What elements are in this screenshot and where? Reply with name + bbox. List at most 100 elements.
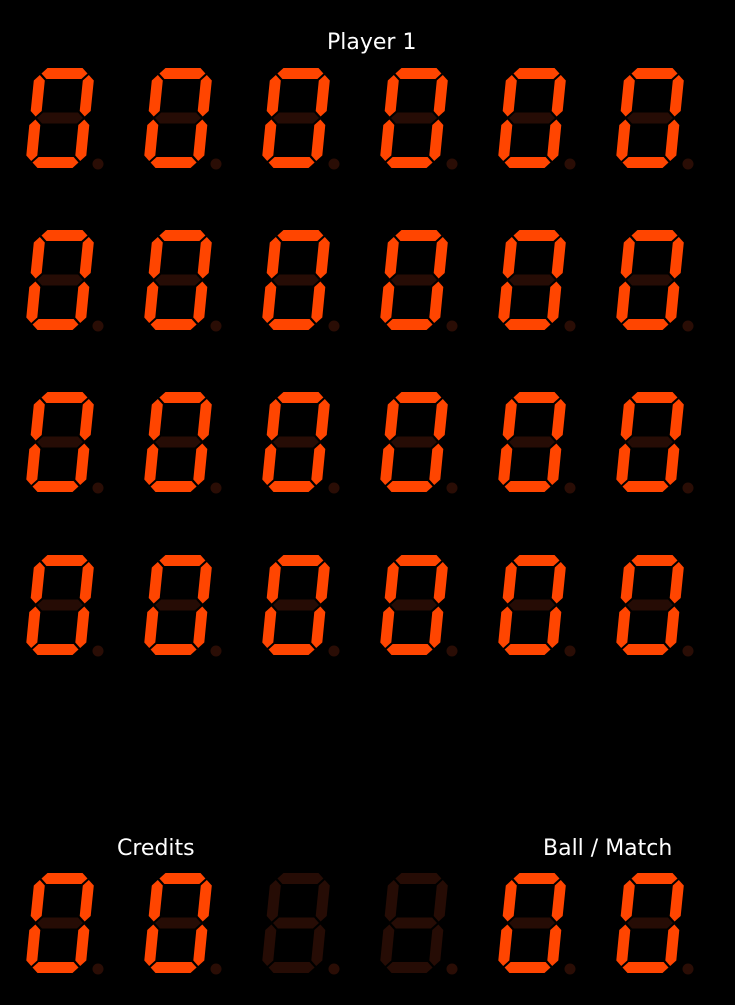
segment-a [513,873,560,884]
segment-g [273,917,319,929]
segment-f [502,399,517,441]
segment-b [551,75,566,117]
segment-g [37,112,83,124]
segment-g [37,436,83,448]
segment-d [622,481,669,492]
pinball-score-display: Player 1 Credits Ball / Match [0,0,735,1005]
decimal-point [92,963,104,975]
segment-e [144,119,159,161]
credits-digit-2 [144,873,222,975]
segment-g [509,599,555,611]
credits-digit-1 [26,873,104,975]
segment-a [395,230,442,241]
segment-g [155,599,201,611]
segment-b [669,75,684,117]
segment-b [79,562,94,604]
decimal-point [682,963,694,975]
segment-b [197,399,212,441]
segment-e [26,924,41,966]
player-2-score-digit-3 [262,230,340,332]
segment-a [513,68,560,79]
decimal-point [446,482,458,494]
segment-b [669,237,684,279]
player-3-score-digit-4 [380,392,458,494]
player-3-score-digit-3 [262,392,340,494]
segment-f [384,880,399,922]
segment-c [665,119,680,161]
decimal-point [328,482,340,494]
segment-c [429,443,444,485]
segment-f [266,75,281,117]
segment-g [155,917,201,929]
segment-d [32,157,79,168]
decimal-point [210,645,222,657]
player-2-score-digit-5 [498,230,576,332]
player-4-score-digit-3 [262,555,340,657]
decimal-point [446,645,458,657]
segment-e [26,281,41,323]
segment-g [509,274,555,286]
segment-c [547,119,562,161]
segment-g [627,917,673,929]
player-1-score-digit-6 [616,68,694,170]
segment-e [380,119,395,161]
segment-g [155,436,201,448]
segment-f [148,562,163,604]
segment-b [197,562,212,604]
segment-c [547,606,562,648]
segment-a [631,555,678,566]
segment-c [547,281,562,323]
segment-a [41,392,88,403]
segment-f [502,880,517,922]
segment-e [616,443,631,485]
player-3-score-digit-6 [616,392,694,494]
decimal-point [564,482,576,494]
segment-f [266,880,281,922]
segment-f [266,562,281,604]
segment-c [665,281,680,323]
segment-c [311,924,326,966]
unused-digit-1 [262,873,340,975]
segment-d [622,644,669,655]
segment-e [380,924,395,966]
segment-c [665,924,680,966]
decimal-point [564,320,576,332]
segment-e [144,443,159,485]
segment-a [159,555,206,566]
segment-b [551,237,566,279]
segment-f [384,562,399,604]
segment-a [277,230,324,241]
decimal-point [682,158,694,170]
segment-c [75,281,90,323]
decimal-point [446,158,458,170]
decimal-point [210,158,222,170]
segment-c [547,924,562,966]
segment-b [551,880,566,922]
segment-f [30,399,45,441]
segment-a [41,873,88,884]
decimal-point [210,482,222,494]
segment-c [429,924,444,966]
segment-d [622,157,669,168]
segment-g [155,112,201,124]
segment-a [631,873,678,884]
segment-a [159,230,206,241]
segment-e [144,924,159,966]
segment-g [37,274,83,286]
segment-g [627,112,673,124]
segment-f [502,75,517,117]
segment-d [622,319,669,330]
segment-d [386,319,433,330]
ball-match-digit-2 [616,873,694,975]
segment-a [513,555,560,566]
segment-c [665,443,680,485]
decimal-point [682,320,694,332]
segment-a [41,68,88,79]
decimal-point [328,963,340,975]
segment-b [433,562,448,604]
segment-d [504,644,551,655]
segment-g [391,917,437,929]
segment-f [266,237,281,279]
player-4-score-digit-5 [498,555,576,657]
segment-b [79,75,94,117]
